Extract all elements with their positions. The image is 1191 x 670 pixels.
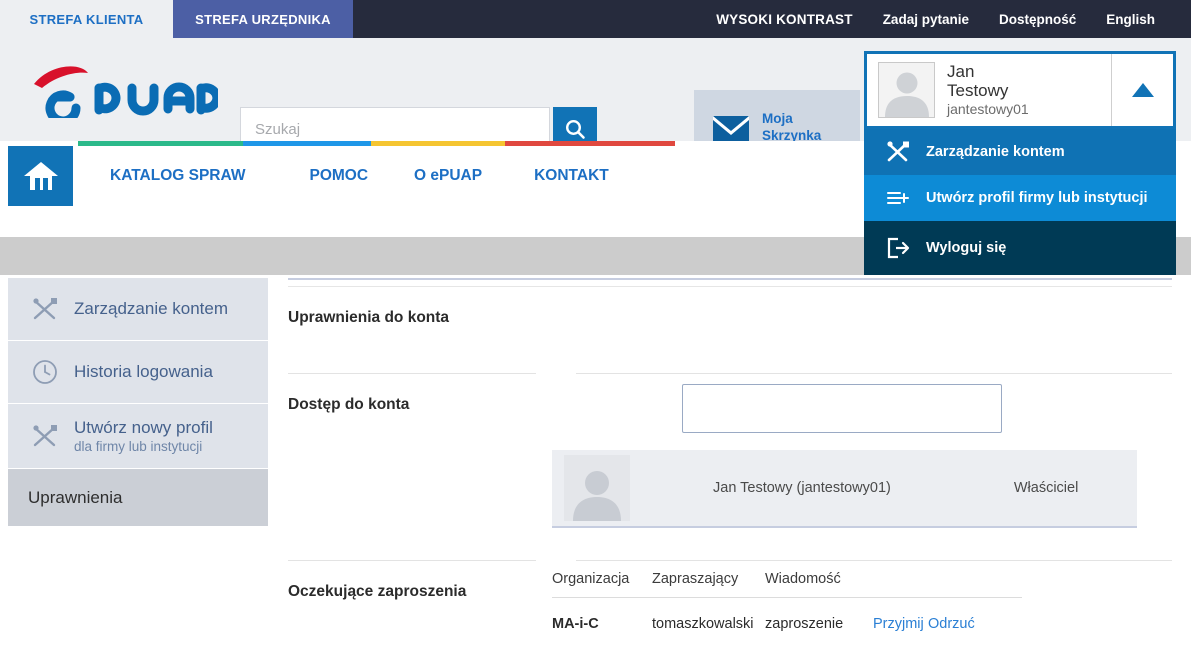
user-avatar-icon — [568, 465, 626, 521]
ask-question-link[interactable]: Zadaj pytanie — [883, 12, 969, 27]
sidebar-item-uprawnienia-label: Uprawnienia — [28, 487, 123, 507]
section-dostep-body: Jan Testowy (jantestowy01) Właściciel — [536, 374, 1172, 560]
topbar-links: WYSOKI KONTRAST Zadaj pytanie Dostępność… — [716, 0, 1191, 38]
section-zaproszenia-body: Organizacja Zapraszający Wiadomość MA-i-… — [536, 561, 1172, 670]
epuap-logo[interactable] — [28, 62, 218, 118]
user-dropdown-menu: Zarządzanie kontem Utwórz profil firmy l… — [864, 129, 1176, 275]
nav-katalog-spraw[interactable]: KATALOG SPRAW — [110, 167, 245, 185]
tools-icon — [32, 297, 58, 321]
avatar — [878, 62, 935, 118]
cell-wiadomosc: zaproszenie — [765, 616, 844, 632]
list-plus-icon — [886, 188, 910, 208]
section-dostep-do-konta: Dostęp do konta Jan Testowy (jantestowy0… — [288, 374, 1172, 560]
column-header-organizacja: Organizacja — [552, 571, 630, 587]
user-last-name: Testowy — [947, 81, 1009, 101]
section-oczekujace-zaproszenia: Oczekujące zaproszenia Organizacja Zapra… — [288, 561, 1172, 670]
tab-strefa-urzednika[interactable]: STREFA URZĘDNIKA — [173, 0, 353, 38]
top-utility-bar: STREFA KLIENTA STREFA URZĘDNIKA WYSOKI K… — [0, 0, 1191, 38]
invitations-header-row: Organizacja Zapraszający Wiadomość — [552, 571, 1022, 598]
cell-organizacja: MA-i-C — [552, 616, 599, 632]
nav-pomoc[interactable]: POMOC — [309, 167, 368, 185]
user-menu-toggle[interactable] — [1111, 54, 1173, 126]
menu-item-logout[interactable]: Wyloguj się — [864, 221, 1176, 275]
english-link[interactable]: English — [1106, 12, 1155, 27]
user-panel[interactable]: Jan Testowy jantestowy01 — [864, 51, 1176, 129]
home-icon — [22, 159, 60, 193]
menu-item-create-company-profile[interactable]: Utwórz profil firmy lub instytucji — [864, 175, 1176, 221]
epuap-page: STREFA KLIENTA STREFA URZĘDNIKA WYSOKI K… — [0, 0, 1191, 670]
invitations-table: Organizacja Zapraszający Wiadomość MA-i-… — [552, 571, 1022, 632]
section-zaproszenia-title: Oczekujące zaproszenia — [288, 583, 467, 600]
user-login: jantestowy01 — [947, 101, 1029, 118]
tools-icon — [886, 141, 910, 163]
member-row: Jan Testowy (jantestowy01) Właściciel — [552, 450, 1137, 528]
user-first-name: Jan — [947, 62, 975, 82]
tab-strefa-klienta[interactable]: STREFA KLIENTA — [0, 0, 173, 38]
sidebar-item-zarzadzanie-kontem[interactable]: Zarządzanie kontem — [8, 278, 268, 341]
column-header-wiadomosc: Wiadomość — [765, 571, 841, 587]
menu-item-create-company-profile-label: Utwórz profil firmy lub instytucji — [926, 190, 1148, 206]
user-names: Jan Testowy jantestowy01 — [947, 62, 1029, 118]
clock-icon — [32, 359, 58, 385]
tab-strefa-urzednika-label: STREFA URZĘDNIKA — [195, 11, 331, 27]
sidebar-item-historia-logowania-label: Historia logowania — [74, 362, 213, 382]
menu-item-account-management[interactable]: Zarządzanie kontem — [864, 129, 1176, 175]
user-panel-main[interactable]: Jan Testowy jantestowy01 — [867, 54, 1111, 126]
sidebar-item-utworz-nowy-profil-label: Utwórz nowy profil dla firmy lub instytu… — [74, 417, 213, 454]
triangle-up-icon — [1131, 82, 1155, 98]
member-avatar — [564, 455, 630, 521]
sidebar-item-utworz-nowy-profil-sublabel: dla firmy lub instytucji — [74, 438, 203, 454]
nav-o-epuap[interactable]: O ePUAP — [414, 167, 482, 185]
sidebar-item-utworz-nowy-profil[interactable]: Utwórz nowy profil dla firmy lub instytu… — [8, 404, 268, 469]
tools-icon — [32, 424, 58, 448]
table-row: MA-i-C tomaszkowalski zaproszenie Przyjm… — [552, 598, 1022, 632]
nav-kontakt[interactable]: KONTAKT — [534, 167, 609, 185]
section-dostep-title: Dostęp do konta — [288, 396, 410, 413]
add-person-input[interactable] — [682, 384, 1002, 433]
section-uprawnienia-body — [536, 287, 1172, 373]
member-name: Jan Testowy (jantestowy01) — [713, 480, 891, 496]
envelope-icon — [712, 115, 750, 142]
sidebar-item-zarzadzanie-kontem-label: Zarządzanie kontem — [74, 299, 229, 319]
reject-invitation-link[interactable]: Odrzuć — [928, 616, 975, 632]
accessibility-link[interactable]: Dostępność — [999, 12, 1076, 27]
accept-invitation-link[interactable]: Przyjmij — [873, 616, 928, 632]
column-header-zapraszajacy: Zapraszający — [652, 571, 739, 587]
tab-strefa-klienta-label: STREFA KLIENTA — [29, 11, 144, 27]
main-content: Uprawnienia do konta Dostęp do konta Jan… — [288, 278, 1172, 670]
sidebar-item-uprawnienia[interactable]: Uprawnienia — [8, 469, 268, 527]
sidebar-item-historia-logowania[interactable]: Historia logowania — [8, 341, 268, 404]
home-button[interactable] — [8, 146, 73, 206]
high-contrast-link[interactable]: WYSOKI KONTRAST — [716, 12, 853, 27]
logout-icon — [886, 237, 910, 259]
cell-zapraszajacy: tomaszkowalski — [652, 616, 754, 632]
section-uprawnienia-title: Uprawnienia do konta — [288, 309, 450, 326]
sidebar: Zarządzanie kontem Historia logowania Ut… — [8, 278, 268, 527]
mailbox-label: Moja Skrzynka — [762, 111, 822, 143]
nav-links: KATALOG SPRAW POMOC O ePUAP KONTAKT — [110, 146, 609, 206]
member-role: Właściciel — [1013, 480, 1079, 496]
section-uprawnienia-do-konta: Uprawnienia do konta — [288, 287, 1172, 373]
user-avatar-icon — [881, 67, 933, 117]
menu-item-account-management-label: Zarządzanie kontem — [926, 144, 1065, 160]
search-icon — [564, 118, 586, 140]
menu-item-logout-label: Wyloguj się — [926, 240, 1007, 256]
